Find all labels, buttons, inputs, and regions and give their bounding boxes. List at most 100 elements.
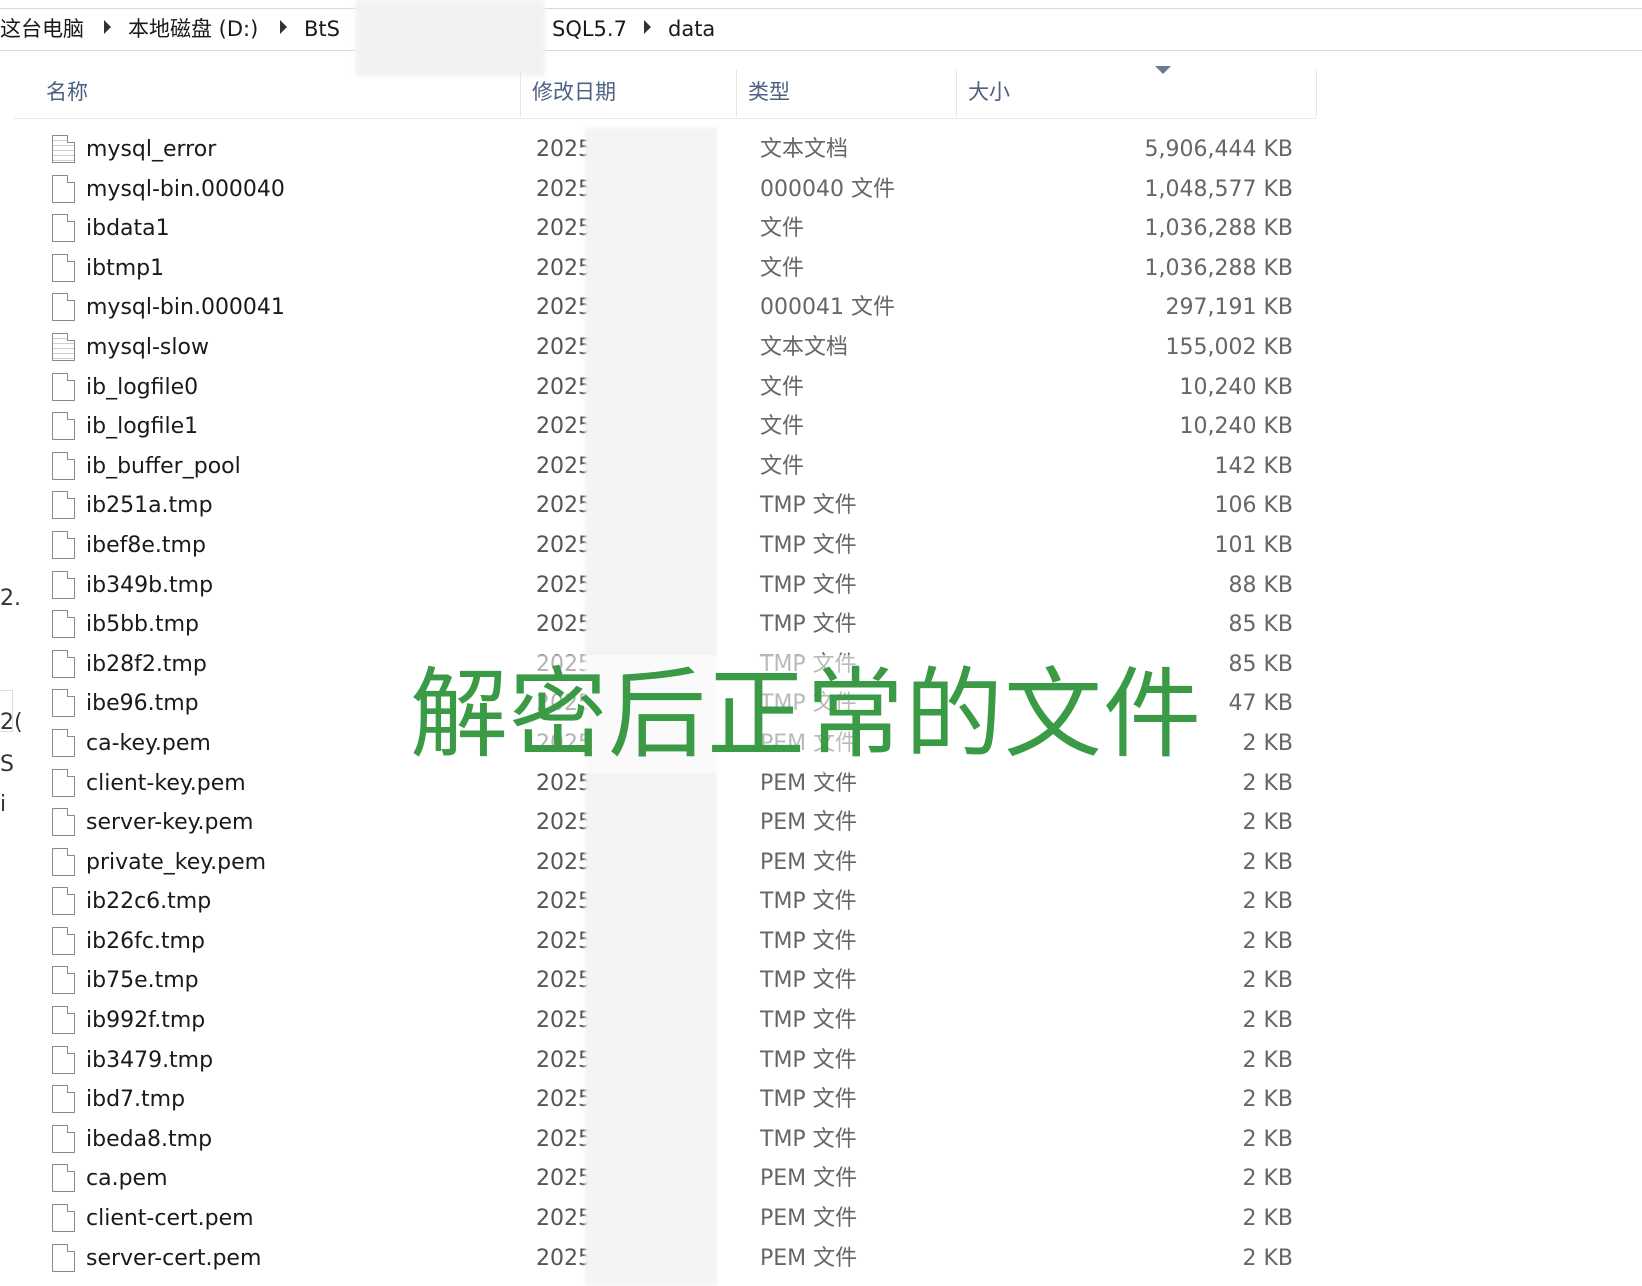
file-type: TMP 文件	[760, 889, 857, 915]
file-size: 47 KB	[1228, 691, 1293, 717]
file-size: 1,036,288 KB	[1144, 255, 1293, 281]
file-size: 142 KB	[1214, 453, 1293, 479]
file-type: 文件	[760, 453, 805, 479]
file-name: mysql_error	[86, 137, 217, 162]
column-header: 名称 修改日期 类型 大小	[14, 66, 1317, 119]
file-size: 1,036,288 KB	[1144, 216, 1293, 242]
file-type: TMP 文件	[760, 1087, 857, 1113]
file-type: TMP 文件	[760, 928, 857, 954]
file-type: 000041 文件	[760, 295, 895, 321]
address-bar[interactable]: 这台电脑 本地磁盘 (D:) BtS SQL5.7 data	[0, 8, 1642, 51]
file-modified-date: 2025	[536, 849, 592, 875]
breadcrumb-local-disk[interactable]: 本地磁盘 (D:)	[128, 15, 258, 43]
file-icon	[52, 808, 75, 837]
file-modified-date: 2025	[536, 493, 592, 519]
file-icon	[52, 1124, 75, 1153]
file-icon	[52, 689, 75, 718]
file-icon	[52, 570, 75, 599]
file-size: 2 KB	[1242, 1206, 1293, 1232]
file-type: TMP 文件	[760, 532, 857, 558]
breadcrumb-bts[interactable]: BtS	[304, 15, 340, 43]
file-modified-date: 2025	[536, 334, 592, 360]
column-header-date[interactable]: 修改日期	[520, 66, 736, 118]
breadcrumb-this-pc[interactable]: 这台电脑	[0, 15, 84, 43]
file-name: ib251a.tmp	[86, 493, 213, 519]
file-size: 101 KB	[1214, 532, 1293, 558]
column-header-size[interactable]: 大小	[956, 66, 1316, 118]
file-icon	[52, 1085, 75, 1114]
file-size: 297,191 KB	[1165, 295, 1294, 321]
file-name: ib3479.tmp	[86, 1047, 214, 1073]
file-modified-date: 2025	[536, 612, 592, 638]
file-size: 155,002 KB	[1165, 334, 1294, 360]
sort-descending-icon	[1155, 66, 1171, 74]
file-type: 文件	[760, 374, 805, 400]
file-icon	[52, 1164, 75, 1193]
file-modified-date: 2025	[536, 453, 592, 479]
file-name: ibdata1	[86, 216, 170, 242]
file-icon	[52, 372, 75, 401]
file-icon	[52, 1204, 75, 1233]
file-modified-date: 2025	[536, 295, 592, 321]
file-size: 2 KB	[1242, 849, 1293, 875]
file-name: ib5bb.tmp	[86, 612, 200, 638]
file-name: ibeda8.tmp	[86, 1126, 213, 1152]
column-header-type[interactable]: 类型	[736, 66, 956, 118]
file-name: ibe96.tmp	[86, 691, 199, 717]
file-type: TMP 文件	[760, 1126, 857, 1152]
file-name: mysql-bin.000040	[86, 176, 285, 202]
file-size: 2 KB	[1242, 1166, 1293, 1192]
file-name: ib28f2.tmp	[86, 651, 207, 677]
file-name: ib_buffer_pool	[86, 453, 241, 479]
file-size: 1,048,577 KB	[1144, 176, 1293, 202]
breadcrumb-mysql[interactable]: SQL5.7	[552, 15, 627, 43]
file-modified-date: 2025	[536, 255, 592, 281]
file-name: ib22c6.tmp	[86, 889, 212, 915]
file-size: 2 KB	[1242, 770, 1293, 796]
file-icon	[52, 926, 75, 955]
file-name: mysql-bin.000041	[86, 295, 285, 321]
file-name: ca.pem	[86, 1166, 168, 1192]
overlay-caption: 解密后正常的文件	[410, 658, 1203, 772]
file-modified-date: 2025	[536, 968, 592, 994]
file-modified-date: 2025	[536, 1126, 592, 1152]
file-icon	[52, 966, 75, 995]
breadcrumb-chevron-icon[interactable]	[280, 20, 287, 34]
file-name: ibtmp1	[86, 255, 165, 281]
file-type: TMP 文件	[760, 572, 857, 598]
file-modified-date: 2025	[536, 1206, 592, 1232]
file-size: 2 KB	[1242, 1047, 1293, 1073]
file-type: 000040 文件	[760, 176, 895, 202]
file-icon	[52, 768, 75, 797]
file-name: ibd7.tmp	[86, 1087, 186, 1113]
file-type: 文本文档	[760, 137, 849, 162]
file-name: client-cert.pem	[86, 1206, 254, 1232]
file-modified-date: 2025	[536, 374, 592, 400]
column-header-name[interactable]: 名称	[34, 66, 520, 118]
file-icon	[52, 610, 75, 639]
breadcrumb-chevron-icon[interactable]	[644, 20, 651, 34]
file-modified-date: 2025	[536, 1008, 592, 1034]
file-modified-date: 2025	[536, 928, 592, 954]
file-name: ib349b.tmp	[86, 572, 214, 598]
file-size: 85 KB	[1228, 651, 1293, 677]
file-name: ib992f.tmp	[86, 1008, 206, 1034]
file-icon	[52, 214, 75, 243]
file-modified-date: 2025	[536, 1087, 592, 1113]
file-name: private_key.pem	[86, 849, 267, 875]
file-type: 文件	[760, 216, 805, 242]
breadcrumb-data[interactable]: data	[668, 15, 715, 43]
column-divider[interactable]	[1316, 70, 1317, 116]
file-size: 2 KB	[1242, 1008, 1293, 1034]
file-type: 文件	[760, 414, 805, 440]
file-icon	[52, 1243, 75, 1272]
file-type: PEM 文件	[760, 1166, 858, 1192]
text-file-icon	[52, 332, 75, 361]
breadcrumb-chevron-icon[interactable]	[104, 20, 111, 34]
file-name: ib75e.tmp	[86, 968, 199, 994]
file-modified-date: 2025	[536, 414, 592, 440]
file-size: 2 KB	[1242, 968, 1293, 994]
file-type: PEM 文件	[760, 1245, 858, 1271]
file-name: ca-key.pem	[86, 730, 211, 756]
file-icon	[52, 293, 75, 322]
